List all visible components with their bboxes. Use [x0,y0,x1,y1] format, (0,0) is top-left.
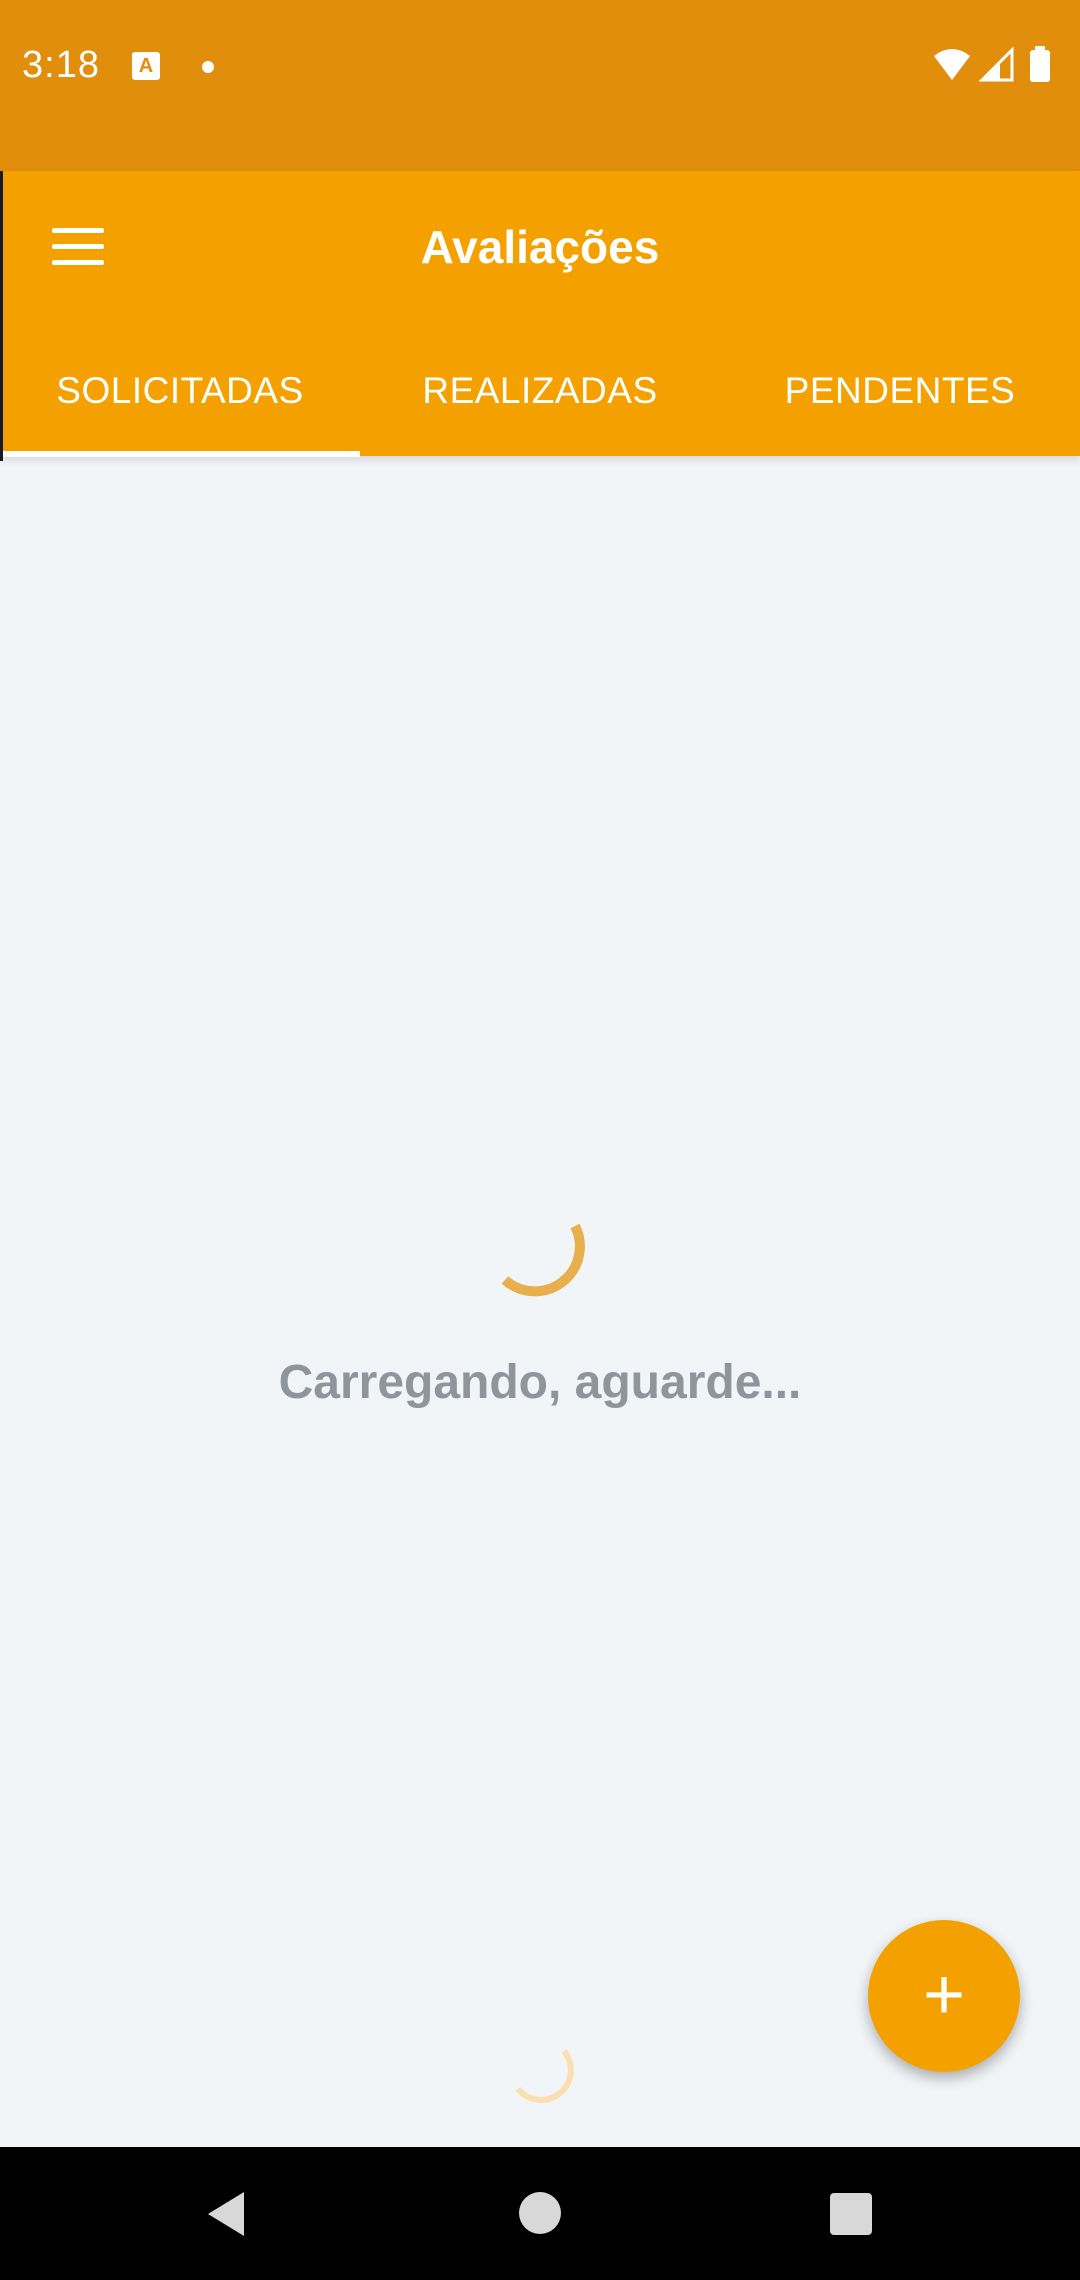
refresh-spinner-icon [515,2049,574,2103]
status-bar: 3:18 A [0,0,1080,171]
tab-realizadas[interactable]: REALIZADAS [360,348,720,456]
notification-dot-icon [202,61,214,73]
wifi-icon [934,49,970,80]
plus-icon: + [922,1955,966,2035]
tab-bar: SOLICITADAS REALIZADAS PENDENTES [0,348,1080,456]
add-evaluation-button[interactable]: + [868,1920,1020,2072]
status-icons [932,46,1062,86]
battery-icon [1030,46,1050,82]
notification-a-icon: A [132,52,160,80]
tab-pendentes[interactable]: PENDENTES [720,348,1080,456]
notification-a-letter: A [138,55,154,77]
loading-spinner-icon [501,1223,585,1297]
status-time: 3:18 [22,44,100,86]
page-title: Avaliações [420,221,660,273]
recents-icon[interactable] [830,2193,872,2235]
cellular-signal-icon [978,46,1014,82]
home-icon[interactable] [519,2192,561,2234]
tab-indicator [3,451,360,457]
loading-text: Carregando, aguarde... [278,1356,802,1409]
back-icon[interactable] [204,2186,260,2242]
tab-solicitadas[interactable]: SOLICITADAS [0,348,360,456]
